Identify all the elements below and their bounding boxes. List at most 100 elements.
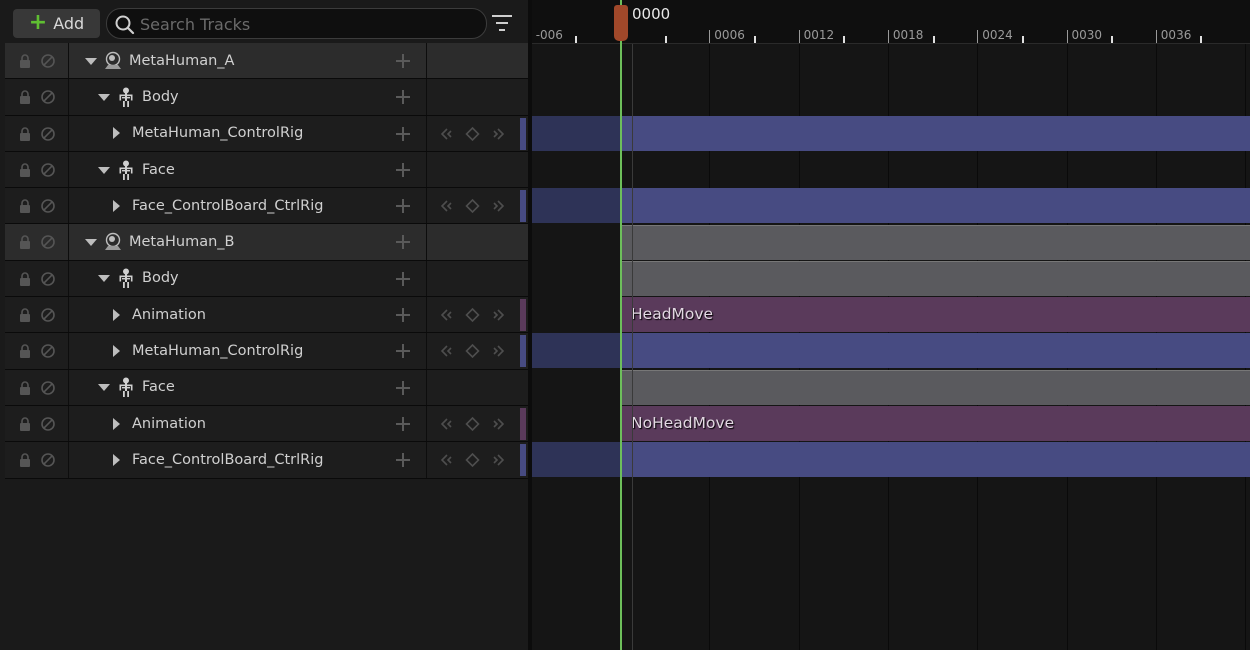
track-name[interactable]: Animation xyxy=(110,297,206,332)
add-subtrack-icon[interactable] xyxy=(393,196,413,216)
collapse-arrow-icon[interactable] xyxy=(85,55,97,67)
expand-arrow-icon[interactable] xyxy=(110,199,122,212)
add-subtrack-icon[interactable] xyxy=(393,51,413,71)
track-row[interactable]: Face xyxy=(5,151,528,189)
add-subtrack-icon[interactable] xyxy=(393,269,413,289)
control-rig-section[interactable] xyxy=(620,115,1250,151)
mute-icon[interactable] xyxy=(40,234,56,250)
lock-icon[interactable] xyxy=(19,344,31,359)
track-name[interactable]: Face xyxy=(98,152,175,187)
add-key-icon[interactable] xyxy=(464,416,481,432)
next-key-icon[interactable] xyxy=(491,452,508,468)
expand-arrow-icon[interactable] xyxy=(110,417,122,430)
track-row[interactable]: Animation xyxy=(5,405,528,443)
add-subtrack-icon[interactable] xyxy=(393,160,413,180)
track-row[interactable]: MetaHuman_A xyxy=(5,43,528,80)
expand-arrow-icon[interactable] xyxy=(110,127,122,140)
lock-icon[interactable] xyxy=(19,90,31,105)
playhead-handle[interactable] xyxy=(614,5,628,41)
previous-key-icon[interactable] xyxy=(437,198,454,214)
next-key-icon[interactable] xyxy=(491,343,508,359)
lock-icon[interactable] xyxy=(19,235,31,250)
search-tracks-box[interactable] xyxy=(106,8,487,39)
previous-key-icon[interactable] xyxy=(437,307,454,323)
lock-icon[interactable] xyxy=(19,126,31,141)
track-row[interactable]: Body xyxy=(5,79,528,116)
add-subtrack-icon[interactable] xyxy=(393,414,413,434)
next-key-icon[interactable] xyxy=(491,416,508,432)
track-row[interactable]: Animation xyxy=(5,297,528,334)
control-rig-section-pre[interactable] xyxy=(532,442,620,478)
track-row[interactable]: MetaHuman_ControlRig xyxy=(5,115,528,152)
track-name[interactable]: MetaHuman_A xyxy=(85,43,234,78)
previous-key-icon[interactable] xyxy=(437,416,454,432)
mute-icon[interactable] xyxy=(40,416,56,432)
mute-icon[interactable] xyxy=(40,307,56,323)
track-row[interactable]: Body xyxy=(5,260,528,298)
mute-icon[interactable] xyxy=(40,452,56,468)
track-row[interactable]: Face_ControlBoard_CtrlRig xyxy=(5,188,528,225)
track-name[interactable]: Body xyxy=(98,79,179,114)
mute-icon[interactable] xyxy=(40,162,56,178)
mute-icon[interactable] xyxy=(40,380,56,396)
mute-icon[interactable] xyxy=(40,53,56,69)
collapse-arrow-icon[interactable] xyxy=(85,236,97,248)
track-name[interactable]: MetaHuman_B xyxy=(85,224,235,259)
mute-icon[interactable] xyxy=(40,343,56,359)
add-subtrack-icon[interactable] xyxy=(393,232,413,252)
collapse-arrow-icon[interactable] xyxy=(98,164,110,176)
next-key-icon[interactable] xyxy=(491,126,508,142)
control-rig-section-pre[interactable] xyxy=(532,333,620,369)
control-rig-section-pre[interactable] xyxy=(532,115,620,151)
actor-section[interactable] xyxy=(620,369,1250,405)
lock-icon[interactable] xyxy=(19,54,31,68)
lock-icon[interactable] xyxy=(19,417,31,431)
animation-section[interactable]: HeadMove xyxy=(620,297,1250,333)
track-name[interactable]: MetaHuman_ControlRig xyxy=(110,333,303,368)
add-subtrack-icon[interactable] xyxy=(393,450,413,470)
next-key-icon[interactable] xyxy=(491,198,508,214)
previous-key-icon[interactable] xyxy=(437,343,454,359)
next-key-icon[interactable] xyxy=(491,307,508,323)
track-row[interactable]: MetaHuman_B xyxy=(5,224,528,261)
track-row[interactable]: Face_ControlBoard_CtrlRig xyxy=(5,442,528,479)
collapse-arrow-icon[interactable] xyxy=(98,381,110,393)
mute-icon[interactable] xyxy=(40,198,56,214)
search-tracks-input[interactable] xyxy=(140,12,470,36)
add-subtrack-icon[interactable] xyxy=(393,87,413,107)
mute-icon[interactable] xyxy=(40,271,56,287)
track-name[interactable]: Face_ControlBoard_CtrlRig xyxy=(110,188,323,223)
add-key-icon[interactable] xyxy=(464,198,481,214)
add-subtrack-icon[interactable] xyxy=(393,124,413,144)
track-name[interactable]: Face xyxy=(98,370,175,405)
lock-icon[interactable] xyxy=(19,380,31,395)
actor-section[interactable] xyxy=(620,260,1250,296)
control-rig-section-pre[interactable] xyxy=(532,188,620,224)
mute-icon[interactable] xyxy=(40,89,56,105)
filter-icon[interactable] xyxy=(492,14,512,32)
track-name[interactable]: MetaHuman_ControlRig xyxy=(110,116,303,151)
track-name[interactable]: Animation xyxy=(110,406,206,441)
previous-key-icon[interactable] xyxy=(437,452,454,468)
lock-icon[interactable] xyxy=(19,163,31,177)
track-name[interactable]: Body xyxy=(98,261,179,296)
expand-arrow-icon[interactable] xyxy=(110,453,122,466)
collapse-arrow-icon[interactable] xyxy=(98,272,110,284)
add-key-icon[interactable] xyxy=(464,452,481,468)
track-row[interactable]: MetaHuman_ControlRig xyxy=(5,333,528,370)
add-key-icon[interactable] xyxy=(464,126,481,142)
actor-section[interactable] xyxy=(620,224,1250,260)
lock-icon[interactable] xyxy=(19,199,31,214)
add-key-icon[interactable] xyxy=(464,307,481,323)
control-rig-section[interactable] xyxy=(620,333,1250,369)
animation-section[interactable]: NoHeadMove xyxy=(620,406,1250,441)
lock-icon[interactable] xyxy=(19,453,31,468)
timeline-area[interactable]: -006 0006 0012 0018 0024 0030 0036 HeadMove NoH… xyxy=(532,0,1250,650)
lock-icon[interactable] xyxy=(19,272,31,286)
previous-key-icon[interactable] xyxy=(437,126,454,142)
expand-arrow-icon[interactable] xyxy=(110,308,122,321)
expand-arrow-icon[interactable] xyxy=(110,345,122,358)
add-key-icon[interactable] xyxy=(464,343,481,359)
control-rig-section[interactable] xyxy=(620,442,1250,478)
lock-icon[interactable] xyxy=(19,308,31,323)
